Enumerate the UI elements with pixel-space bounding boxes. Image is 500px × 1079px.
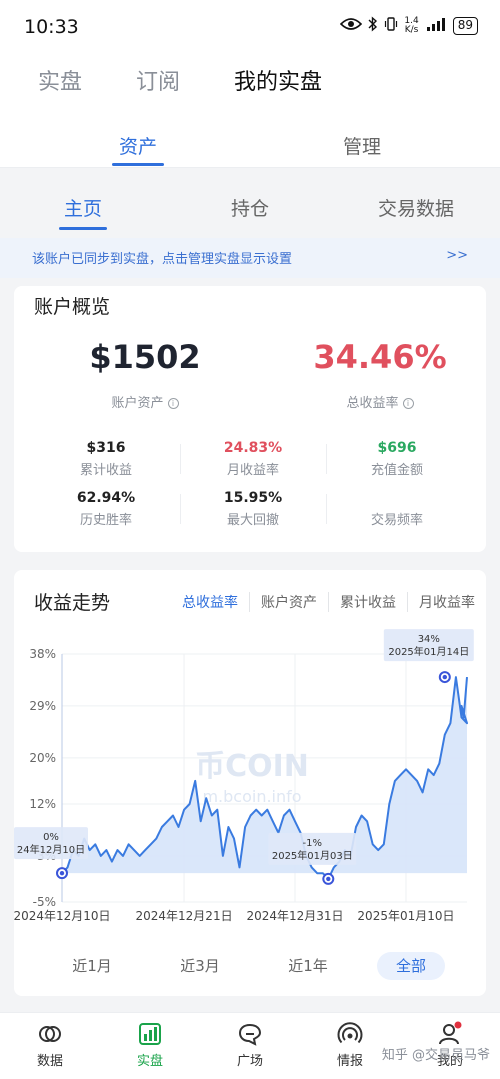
top-nav-item-my-live[interactable]: 我的实盘 xyxy=(234,64,322,96)
chart-tab-total-return[interactable]: 总收益率 xyxy=(171,592,249,612)
annotation-marker-dot xyxy=(59,870,65,876)
data-icon xyxy=(39,1026,61,1042)
broadcast-icon xyxy=(337,1022,363,1044)
divider xyxy=(326,494,327,524)
stat-max-drawdown: 15.95% 最大回撤 xyxy=(178,490,328,528)
watermark-url: m.bcoin.info xyxy=(202,787,301,806)
bottom-nav-data[interactable]: 数据 xyxy=(20,1021,80,1069)
annotation-marker-dot xyxy=(442,674,448,680)
y-tick-label: 12% xyxy=(29,797,56,811)
divider xyxy=(180,494,181,524)
tab-trade-data[interactable]: 交易数据 xyxy=(356,194,476,221)
trend-title: 收益走势 xyxy=(34,592,111,614)
signal-icon xyxy=(425,17,447,35)
account-asset-value: $1502 xyxy=(89,338,201,376)
eye-icon xyxy=(340,17,363,35)
annotation-value: 34% xyxy=(418,634,440,645)
stat-value: 24.83% xyxy=(223,440,283,456)
chart-tab-monthly-return[interactable]: 月收益率 xyxy=(407,592,486,612)
stat-value: $696 xyxy=(377,440,417,456)
divider xyxy=(180,444,181,474)
stat-deposit-amount: $696 充值金额 xyxy=(322,440,472,478)
account-asset-label: 账户资产 i xyxy=(70,392,220,411)
chart-metric-tabs: 总收益率 账户资产 累计收益 月收益率 xyxy=(171,592,486,612)
y-tick-label: -5% xyxy=(33,895,56,909)
tab-holdings[interactable]: 持仓 xyxy=(200,194,300,221)
stat-label: 累计收益 xyxy=(79,463,132,478)
range-button-1y[interactable]: 近1年 xyxy=(276,952,340,980)
info-icon[interactable]: i xyxy=(402,398,414,409)
bluetooth-icon xyxy=(368,16,378,36)
stat-label: 历史胜率 xyxy=(79,513,132,528)
y-tick-label: 29% xyxy=(29,699,56,713)
watermark-logo: 币COIN xyxy=(195,749,309,784)
x-tick-label: 2024年12月31日 xyxy=(246,909,343,923)
top-nav-item-live[interactable]: 实盘 xyxy=(38,64,82,96)
sub-tab-bar: 资产 管理 xyxy=(0,104,500,168)
stat-win-rate: 62.94% 历史胜率 xyxy=(31,490,181,528)
tab-manage[interactable]: 管理 xyxy=(312,132,412,159)
battery-indicator: 89 xyxy=(452,17,478,35)
bottom-nav-live[interactable]: 实盘 xyxy=(120,1021,180,1069)
x-tick-label: 2024年12月10日 xyxy=(14,909,111,923)
stat-value xyxy=(322,490,472,508)
overview-title: 账户概览 xyxy=(34,296,111,318)
stat-label: 交易频率 xyxy=(370,513,423,528)
divider xyxy=(0,167,500,168)
chat-bubble-icon xyxy=(238,1023,262,1046)
annotation-value: -1% xyxy=(303,838,322,849)
tab-home[interactable]: 主页 xyxy=(33,194,133,221)
return-trend-chart[interactable]: 38%29%20%12%3%-5%币COINm.bcoin.info2024年1… xyxy=(14,626,486,926)
stat-value: 62.94% xyxy=(76,490,136,506)
inner-tab-bar: 主页 持仓 交易数据 xyxy=(0,170,500,234)
sync-banner-more-link[interactable]: >> xyxy=(446,248,468,263)
vibrate-icon xyxy=(384,16,398,36)
stat-value: 15.95% xyxy=(223,490,283,506)
top-nav: 实盘 订阅 我的实盘 xyxy=(0,56,500,104)
annotation-date: 24年12月10日 xyxy=(17,843,85,856)
annotation-marker-dot xyxy=(326,876,331,882)
status-icons: 1.4 K/s 89 xyxy=(340,16,478,36)
x-tick-label: 2024年12月21日 xyxy=(136,909,233,923)
total-return-label: 总收益率 i xyxy=(290,392,470,411)
annotation-date: 2025年01月14日 xyxy=(388,645,469,658)
profit-trend-card: 收益走势 总收益率 账户资产 累计收益 月收益率 38%29%20%12%3%-… xyxy=(14,570,486,996)
status-time: 10:33 xyxy=(24,16,79,38)
top-nav-item-subscribe[interactable]: 订阅 xyxy=(136,64,180,96)
stat-label: 充值金额 xyxy=(370,463,423,478)
annotation-value: 0% xyxy=(43,832,59,843)
total-return-value: 34.46% xyxy=(313,338,447,376)
stat-label: 最大回撤 xyxy=(226,513,279,528)
stat-value: $316 xyxy=(86,440,126,456)
sync-banner-text: 该账户已同步到实盘，点击管理实盘显示设置 xyxy=(32,252,293,267)
range-button-all[interactable]: 全部 xyxy=(377,952,445,980)
account-overview-card: 账户概览 $1502 账户资产 i 34.46% 总收益率 i $316 累计收益 … xyxy=(14,286,486,552)
range-button-1m[interactable]: 近1月 xyxy=(60,952,124,980)
x-tick-label: 2025年01月10日 xyxy=(357,909,454,923)
footer-watermark: 知乎 @交易员马爷 xyxy=(381,1048,490,1063)
stat-monthly-return: 24.83% 月收益率 xyxy=(178,440,328,478)
tab-home-underline xyxy=(59,227,107,230)
stat-label: 月收益率 xyxy=(226,463,279,478)
chart-tab-cumulative-profit[interactable]: 累计收益 xyxy=(328,592,407,612)
tab-assets-underline xyxy=(112,163,164,166)
bar-chart-icon xyxy=(139,1023,161,1045)
sync-banner[interactable]: 该账户已同步到实盘，点击管理实盘显示设置 >> xyxy=(0,238,500,278)
range-button-3m[interactable]: 近3月 xyxy=(168,952,232,980)
status-bar: 10:33 1.4 K/s 89 xyxy=(0,0,500,56)
divider xyxy=(326,444,327,474)
y-tick-label: 38% xyxy=(29,647,56,661)
annotation-date: 2025年01月03日 xyxy=(272,849,353,862)
bottom-nav-square[interactable]: 广场 xyxy=(220,1021,280,1069)
info-icon[interactable]: i xyxy=(167,398,179,409)
stat-cumulative-profit: $316 累计收益 xyxy=(31,440,181,478)
network-speed: 1.4 K/s xyxy=(404,16,419,35)
tab-assets[interactable]: 资产 xyxy=(88,132,188,159)
y-tick-label: 20% xyxy=(29,751,56,765)
bottom-nav-intel[interactable]: 情报 xyxy=(320,1021,380,1069)
stat-trade-frequency: 交易频率 xyxy=(322,490,472,528)
chart-tab-account-assets[interactable]: 账户资产 xyxy=(249,592,328,612)
